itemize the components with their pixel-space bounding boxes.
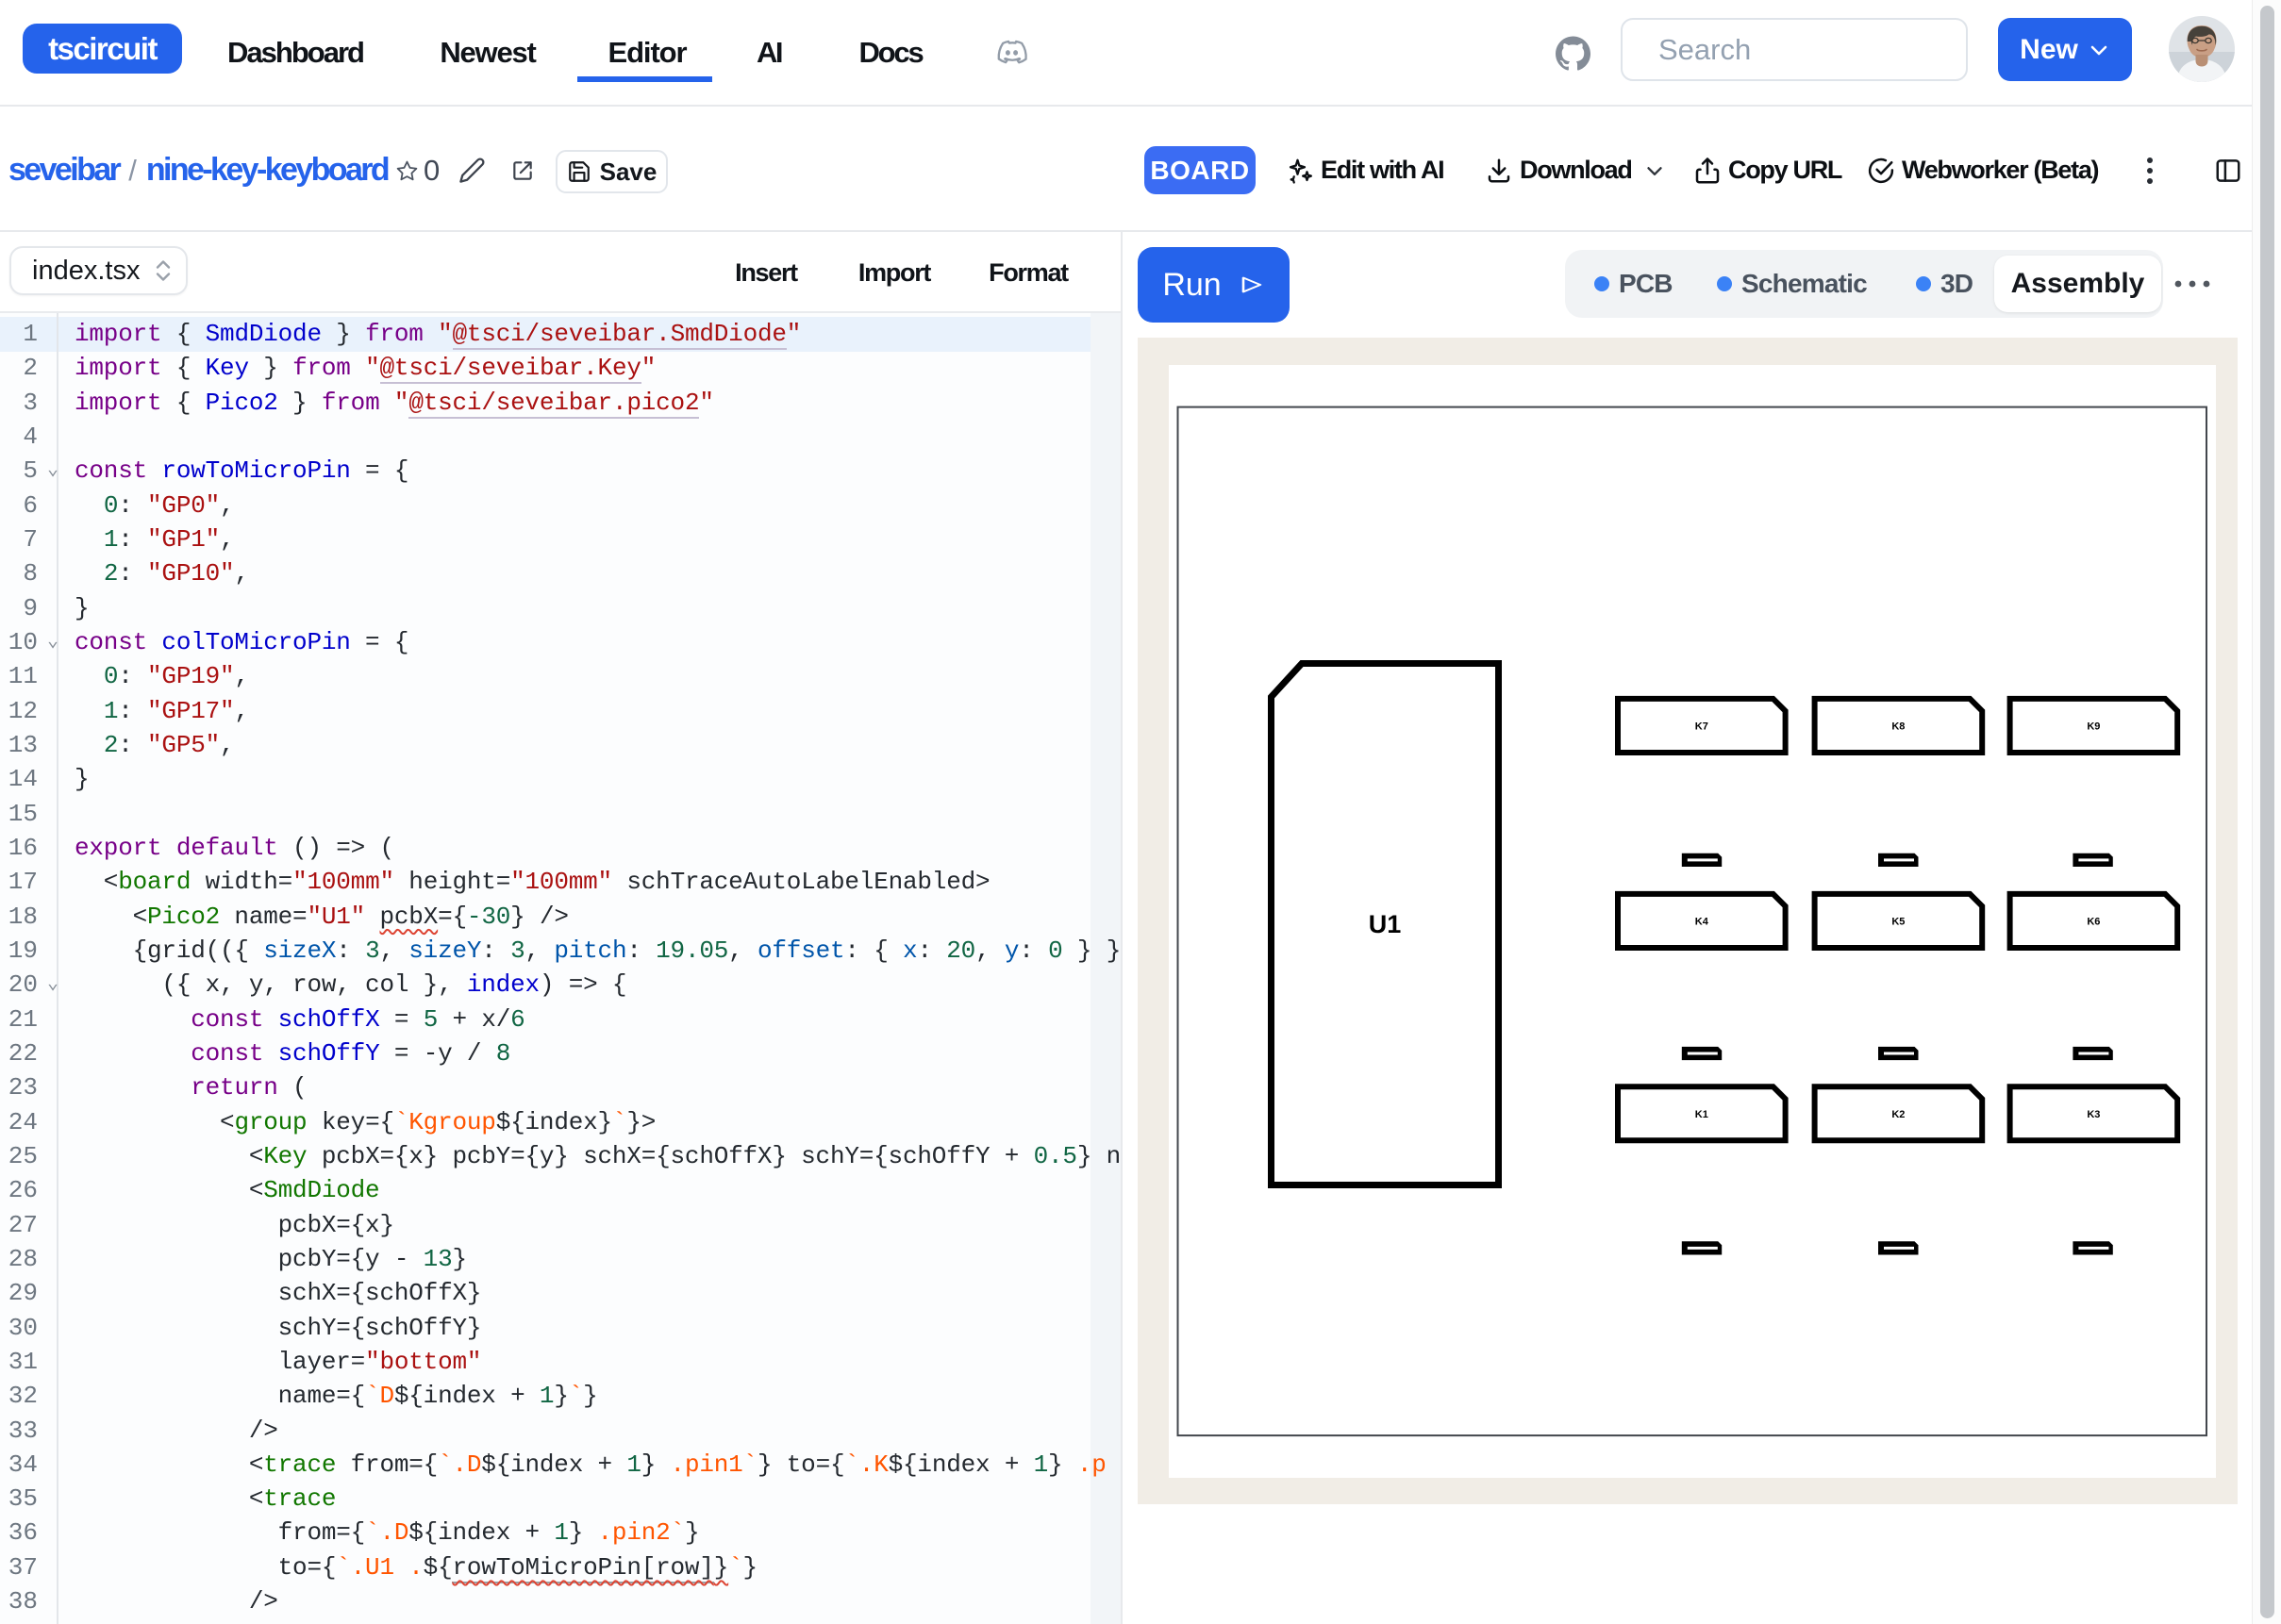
svg-text:K6: K6: [2087, 916, 2100, 927]
svg-text:K8: K8: [1891, 721, 1905, 732]
svg-text:K9: K9: [2087, 721, 2100, 732]
svg-text:K3: K3: [2087, 1109, 2100, 1120]
svg-text:K1: K1: [1695, 1109, 1708, 1120]
svg-text:K2: K2: [1891, 1109, 1905, 1120]
svg-text:K4: K4: [1695, 916, 1709, 927]
svg-text:K5: K5: [1891, 916, 1905, 927]
svg-text:U1: U1: [1369, 910, 1402, 938]
svg-text:K7: K7: [1695, 721, 1708, 732]
